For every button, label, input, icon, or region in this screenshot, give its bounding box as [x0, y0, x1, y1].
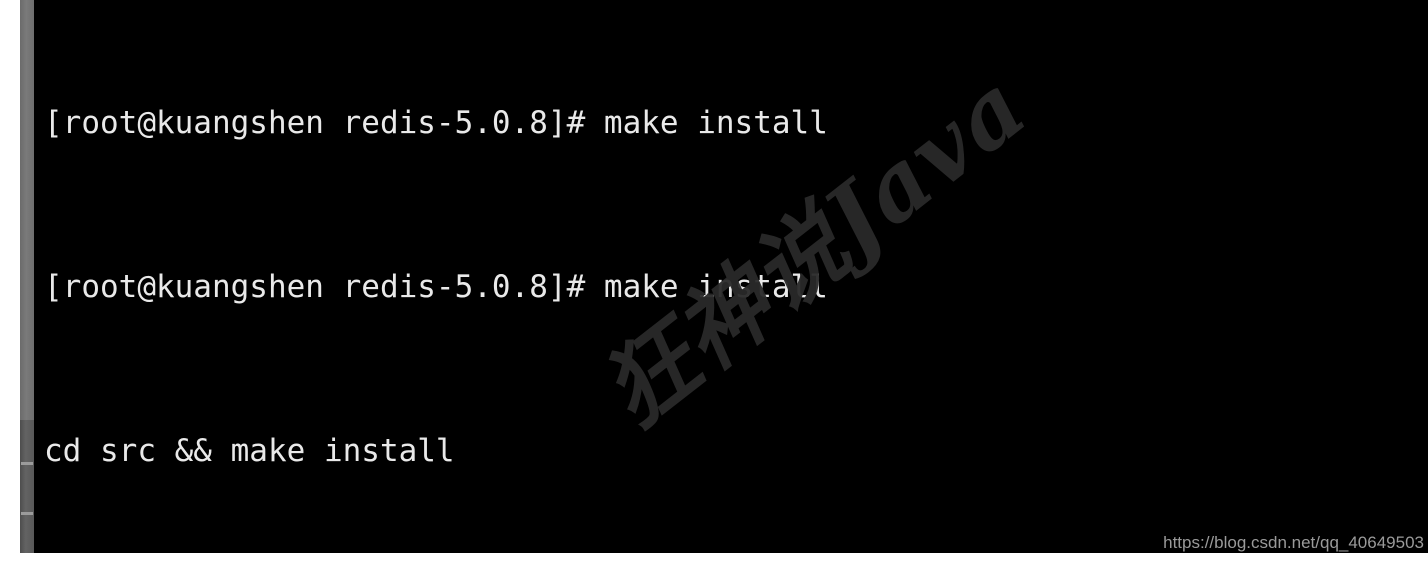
terminal-line-clipped-top: [root@kuangshen redis-5.0.8]# make insta…	[44, 105, 828, 141]
terminal-window[interactable]: [root@kuangshen redis-5.0.8]# make insta…	[34, 0, 1428, 553]
terminal-output-area[interactable]: [root@kuangshen redis-5.0.8]# make insta…	[34, 0, 977, 553]
terminal-line-cd-src: cd src && make install	[44, 433, 455, 469]
scrollbar-tick-lower	[21, 512, 33, 515]
left-gutter	[0, 0, 20, 565]
scrollbar-tick-upper	[21, 462, 33, 465]
terminal-screenshot: [root@kuangshen redis-5.0.8]# make insta…	[0, 0, 1428, 565]
vertical-scrollbar[interactable]	[20, 0, 34, 553]
terminal-line-prompt-make-install: [root@kuangshen redis-5.0.8]# make insta…	[44, 269, 828, 305]
scrollbar-thumb[interactable]	[20, 0, 34, 420]
bottom-white-band	[0, 553, 1428, 565]
